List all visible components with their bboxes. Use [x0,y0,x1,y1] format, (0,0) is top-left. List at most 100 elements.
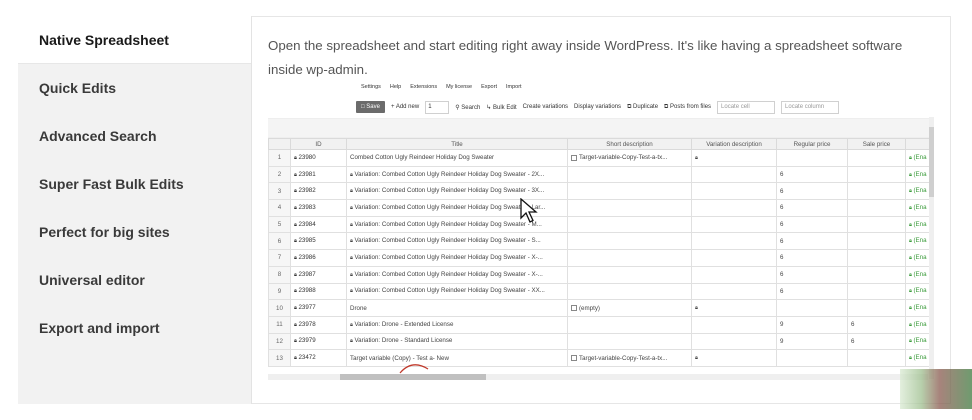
cell-sale-price[interactable] [847,199,906,217]
cell-regular-price[interactable]: 6 [776,165,848,184]
cell-sale-price[interactable]: 6 [847,332,906,351]
cell-id[interactable]: 🔒︎ 23988 [290,282,347,301]
menu-import[interactable]: Import [506,84,522,95]
column-header[interactable]: ID [290,138,347,150]
cell-regular-price[interactable] [776,149,848,167]
tab-native-spreadsheet[interactable]: Native Spreadsheet [18,16,251,64]
cell-title[interactable]: 🔒︎ Variation: Drone - Standard License [346,332,568,351]
cell-status[interactable]: 🔒︎ (Ena [905,332,931,351]
column-header[interactable]: Short description [567,138,692,150]
cell-title[interactable]: Target variable (Copy) - Test a- New [346,349,568,367]
cell-sale-price[interactable] [847,182,906,201]
cell-short-description[interactable]: (empty) [567,299,692,317]
locate-cell-input[interactable]: Locate cell [717,100,776,114]
cell-status[interactable]: 🔒︎ (Ena [905,315,931,334]
cell-sale-price[interactable] [847,149,906,167]
cell-id[interactable]: 🔒︎ 23985 [290,232,347,251]
cell-title[interactable]: Drone [346,299,568,317]
duplicate-button[interactable]: ⧉ Duplicate [627,104,658,111]
cell-regular-price[interactable]: 9 [776,315,848,334]
vertical-scroll-thumb[interactable] [929,127,934,197]
cell-status[interactable]: 🔒︎ (Ena [905,149,931,167]
cell-status[interactable]: 🔒︎ (Ena [905,199,931,217]
cell-sale-price[interactable]: 6 [847,315,906,334]
cell-status[interactable]: 🔒︎ (Ena [905,299,931,317]
cell-regular-price[interactable]: 6 [776,215,848,234]
bulk-edit-button[interactable]: ↳ Bulk Edit [486,104,516,111]
menu-extensions[interactable]: Extensions [410,84,437,95]
menu-export[interactable]: Export [481,84,497,95]
cell-sale-price[interactable] [847,349,906,367]
cell-variation-description[interactable]: 🔒︎ [691,149,777,167]
cell-short-description[interactable]: Target-variable-Copy-Test-a-tx... [567,149,692,167]
cell-id[interactable]: 🔒︎ 23978 [290,315,347,334]
cell-status[interactable]: 🔒︎ (Ena [905,232,931,251]
cell-regular-price[interactable]: 6 [776,182,848,201]
cell-short-description[interactable] [567,282,692,301]
search-button[interactable]: ⚲ Search [455,104,480,111]
cell-short-description[interactable] [567,265,692,284]
cell-sale-price[interactable] [847,215,906,234]
cell-sale-price[interactable] [847,282,906,301]
cell-id[interactable]: 🔒︎ 23472 [290,349,347,367]
cell-variation-description[interactable] [691,232,777,251]
locate-column-input[interactable]: Locate column [781,100,840,114]
cell-short-description[interactable] [567,165,692,184]
column-header[interactable] [905,138,931,150]
cell-id[interactable]: 🔒︎ 23984 [290,215,347,234]
cell-id[interactable]: 🔒︎ 23979 [290,332,347,351]
cell-variation-description[interactable]: 🔒︎ [691,349,777,367]
menu-my-license[interactable]: My license [446,84,472,95]
cell-status[interactable]: 🔒︎ (Ena [905,282,931,301]
cell-id[interactable]: 🔒︎ 23977 [290,299,347,317]
cell-status[interactable]: 🔒︎ (Ena [905,349,931,367]
horizontal-scrollbar[interactable] [268,374,928,380]
menu-help[interactable]: Help [390,84,401,95]
cell-status[interactable]: 🔒︎ (Ena [905,165,931,184]
menu-settings[interactable]: Settings [361,84,381,95]
column-header[interactable] [268,138,291,150]
edit-icon[interactable] [571,304,577,311]
cell-short-description[interactable] [567,215,692,234]
cell-regular-price[interactable]: 6 [776,232,848,251]
column-header[interactable]: Variation description [691,138,777,150]
cell-variation-description[interactable] [691,265,777,284]
cell-short-description[interactable] [567,199,692,217]
cell-sale-price[interactable] [847,249,906,267]
cell-id[interactable]: 🔒︎ 23980 [290,149,347,167]
cell-id[interactable]: 🔒︎ 23983 [290,199,347,217]
cell-regular-price[interactable]: 6 [776,282,848,301]
cell-short-description[interactable] [567,232,692,251]
tab-universal-editor[interactable]: Universal editor [18,256,251,304]
cell-regular-price[interactable]: 6 [776,265,848,284]
add-count-input[interactable]: 1 [425,100,450,114]
cell-title[interactable]: 🔒︎ Variation: Combed Cotton Ugly Reindee… [346,249,568,267]
cell-short-description[interactable] [567,249,692,267]
tab-quick-edits[interactable]: Quick Edits [18,64,251,112]
cell-sale-price[interactable] [847,232,906,251]
cell-variation-description[interactable] [691,315,777,334]
column-header[interactable]: Sale price [847,138,906,150]
cell-sale-price[interactable] [847,165,906,184]
tab-perfect-for-big-sites[interactable]: Perfect for big sites [18,208,251,256]
cell-status[interactable]: 🔒︎ (Ena [905,182,931,201]
cell-id[interactable]: 🔒︎ 23987 [290,265,347,284]
cell-title[interactable]: 🔒︎ Variation: Combed Cotton Ugly Reindee… [346,165,568,184]
cell-short-description[interactable] [567,332,692,351]
cell-id[interactable]: 🔒︎ 23986 [290,249,347,267]
cell-status[interactable]: 🔒︎ (Ena [905,215,931,234]
cell-title[interactable]: Combed Cotton Ugly Reindeer Holiday Dog … [346,149,568,167]
posts-from-files-button[interactable]: ⧉ Posts from files [664,104,711,111]
cell-title[interactable]: 🔒︎ Variation: Combed Cotton Ugly Reindee… [346,282,568,301]
edit-icon[interactable] [571,154,577,161]
cell-id[interactable]: 🔒︎ 23982 [290,182,347,201]
tab-super-fast-bulk-edits[interactable]: Super Fast Bulk Edits [18,160,251,208]
vertical-scrollbar[interactable] [929,117,934,379]
edit-icon[interactable] [571,354,577,361]
display-variations-button[interactable]: Display variations [574,104,621,110]
cell-title[interactable]: 🔒︎ Variation: Drone - Extended License [346,315,568,334]
cell-title[interactable]: 🔒︎ Variation: Combed Cotton Ugly Reindee… [346,232,568,251]
cell-regular-price[interactable] [776,299,848,317]
tab-advanced-search[interactable]: Advanced Search [18,112,251,160]
create-variations-button[interactable]: Create variations [523,104,568,110]
